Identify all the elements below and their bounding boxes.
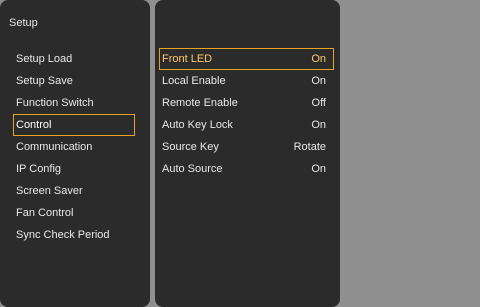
menu-item-setup-load[interactable]: Setup Load xyxy=(13,48,135,70)
option-front-led[interactable]: Front LED On xyxy=(159,48,334,70)
control-options-panel: Front LED On Local Enable On Remote Enab… xyxy=(155,0,340,307)
menu-item-screen-saver[interactable]: Screen Saver xyxy=(13,180,135,202)
menu-item-setup-save[interactable]: Setup Save xyxy=(13,70,135,92)
option-label: Source Key xyxy=(162,141,219,153)
menu-item-control[interactable]: Control xyxy=(13,114,135,136)
option-value: On xyxy=(311,119,326,131)
option-value: Off xyxy=(311,97,326,109)
option-label: Auto Source xyxy=(162,163,223,175)
option-local-enable[interactable]: Local Enable On xyxy=(159,70,334,92)
option-auto-key-lock[interactable]: Auto Key Lock On xyxy=(159,114,334,136)
option-auto-source[interactable]: Auto Source On xyxy=(159,158,334,180)
option-label: Auto Key Lock xyxy=(162,119,233,131)
menu-title: Setup xyxy=(9,17,38,29)
menu-item-communication[interactable]: Communication xyxy=(13,136,135,158)
option-value: On xyxy=(311,75,326,87)
option-label: Local Enable xyxy=(162,75,226,87)
menu-item-sync-check-period[interactable]: Sync Check Period xyxy=(13,224,135,246)
setup-menu-panel: Setup Setup Load Setup Save Function Swi… xyxy=(0,0,150,307)
option-value: On xyxy=(311,53,326,65)
menu-item-fan-control[interactable]: Fan Control xyxy=(13,202,135,224)
setup-screen: Setup Setup Load Setup Save Function Swi… xyxy=(0,0,480,307)
option-value: On xyxy=(311,163,326,175)
option-label: Remote Enable xyxy=(162,97,238,109)
option-label: Front LED xyxy=(162,53,213,65)
option-remote-enable[interactable]: Remote Enable Off xyxy=(159,92,334,114)
setup-menu-list: Setup Load Setup Save Function Switch Co… xyxy=(13,48,135,246)
option-source-key[interactable]: Source Key Rotate xyxy=(159,136,334,158)
menu-item-ip-config[interactable]: IP Config xyxy=(13,158,135,180)
option-value: Rotate xyxy=(293,141,326,153)
menu-item-function-switch[interactable]: Function Switch xyxy=(13,92,135,114)
control-options-list: Front LED On Local Enable On Remote Enab… xyxy=(159,48,334,180)
